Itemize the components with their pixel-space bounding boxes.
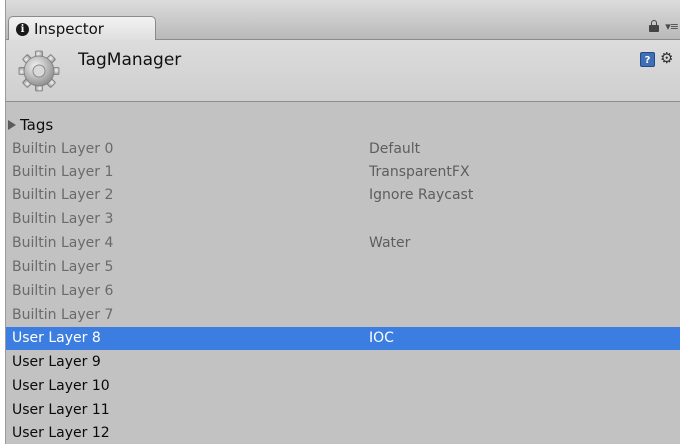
layer-label: User Layer 12: [12, 425, 110, 441]
layer-label: User Layer 11: [12, 402, 110, 418]
layer-label: Builtin Layer 6: [12, 283, 114, 299]
tags-label: Tags: [20, 116, 54, 134]
layer-label: Builtin Layer 2: [12, 187, 114, 203]
menu-icon[interactable]: ▾≡: [665, 20, 679, 33]
help-icon[interactable]: ?: [640, 52, 655, 67]
layer-row-12[interactable]: User Layer 12: [6, 422, 680, 445]
layer-label: User Layer 8: [12, 330, 101, 346]
layer-label: User Layer 9: [12, 354, 101, 370]
tag-manager-body: Tags Builtin Layer 0 Default Builtin Lay…: [6, 103, 680, 444]
layer-label: Builtin Layer 1: [12, 164, 114, 180]
tab-inspector-label: Inspector: [34, 20, 104, 38]
layer-row-9[interactable]: User Layer 9: [6, 351, 680, 374]
info-icon: i: [16, 22, 29, 36]
layer-label: Builtin Layer 5: [12, 259, 114, 275]
layer-row-8[interactable]: User Layer 8 IOC: [6, 327, 680, 350]
layer-row-4[interactable]: Builtin Layer 4 Water: [6, 232, 680, 255]
layer-row-3[interactable]: Builtin Layer 3: [6, 208, 680, 231]
layer-label: Builtin Layer 7: [12, 307, 114, 323]
inspector-panel: i Inspector ▾≡ TagManager ? ⚙ Tags Built…: [0, 0, 680, 444]
layer-name-field[interactable]: Ignore Raycast: [369, 184, 473, 207]
layer-row-11[interactable]: User Layer 11: [6, 399, 680, 422]
layer-name-field[interactable]: IOC: [369, 327, 394, 350]
layer-label: User Layer 10: [12, 378, 110, 394]
layer-name-field[interactable]: Default: [369, 138, 420, 161]
layer-row-2[interactable]: Builtin Layer 2 Ignore Raycast: [6, 184, 680, 207]
component-title: TagManager: [78, 50, 182, 70]
layer-row-6[interactable]: Builtin Layer 6: [6, 280, 680, 303]
tab-inspector[interactable]: i Inspector: [8, 16, 156, 41]
layer-name-field[interactable]: TransparentFX: [369, 161, 470, 184]
lock-icon[interactable]: [649, 20, 660, 32]
layer-label: Builtin Layer 4: [12, 235, 114, 251]
layer-row-1[interactable]: Builtin Layer 1 TransparentFX: [6, 161, 680, 184]
gear-icon: [18, 50, 60, 92]
triangle-right-icon: [8, 120, 16, 130]
settings-icon[interactable]: ⚙: [660, 49, 673, 67]
tab-strip: i Inspector ▾≡: [6, 0, 680, 41]
layer-name-field[interactable]: Water: [369, 232, 410, 255]
layer-label: Builtin Layer 3: [12, 211, 114, 227]
layer-row-5[interactable]: Builtin Layer 5: [6, 256, 680, 279]
layer-row-0[interactable]: Builtin Layer 0 Default: [6, 138, 680, 161]
component-header: TagManager ? ⚙: [6, 40, 680, 102]
layer-label: Builtin Layer 0: [12, 141, 114, 157]
layer-row-10[interactable]: User Layer 10: [6, 375, 680, 398]
tab-tools: ▾≡: [649, 18, 679, 34]
layer-row-7[interactable]: Builtin Layer 7: [6, 304, 680, 327]
tags-foldout[interactable]: Tags: [6, 114, 680, 137]
